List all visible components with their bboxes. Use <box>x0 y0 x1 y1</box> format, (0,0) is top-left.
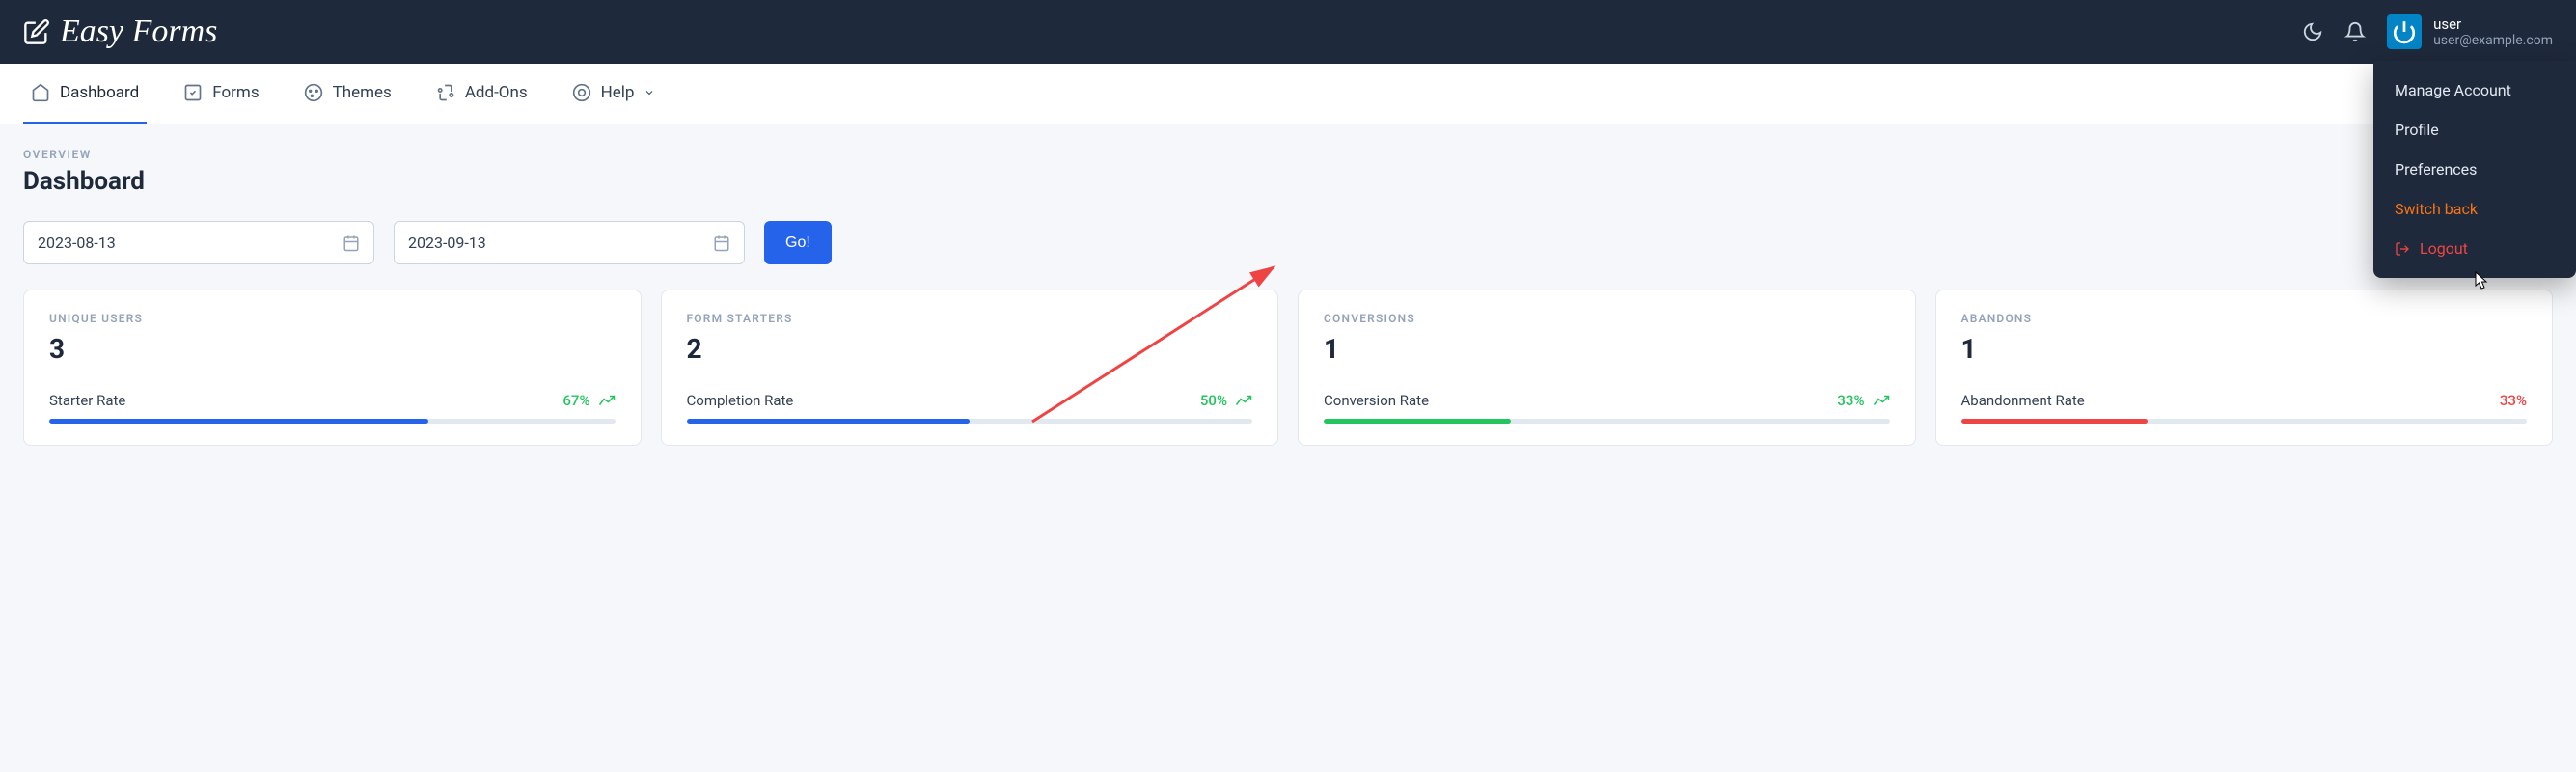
nav-label: Help <box>601 83 635 102</box>
logout-icon <box>2395 241 2410 257</box>
nav-label: Add-Ons <box>465 83 528 102</box>
dd-switch-back[interactable]: Switch back <box>2373 189 2576 229</box>
help-icon <box>572 83 591 102</box>
topbar: Easy Forms user user@example.com <box>0 0 2576 64</box>
nav-help[interactable]: Help <box>564 64 664 124</box>
rate-name: Abandonment Rate <box>1961 392 2085 409</box>
progress-bar <box>1961 419 2528 424</box>
start-date-input[interactable]: 2023-08-13 <box>23 221 374 264</box>
edit-icon <box>23 18 50 45</box>
end-date-value: 2023-09-13 <box>408 234 486 252</box>
nav-forms[interactable]: Forms <box>176 64 266 124</box>
power-icon <box>2392 19 2417 44</box>
stat-value: 1 <box>1324 333 1890 365</box>
trend-up-icon <box>1873 395 1890 406</box>
stat-label: UNIQUE USERS <box>49 312 616 325</box>
home-icon <box>31 83 50 102</box>
stat-value: 1 <box>1961 333 2528 365</box>
user-menu-trigger[interactable]: user user@example.com <box>2387 14 2553 49</box>
stat-label: FORM STARTERS <box>687 312 1253 325</box>
go-button[interactable]: Go! <box>764 221 832 264</box>
dd-preferences[interactable]: Preferences <box>2373 150 2576 189</box>
chevron-down-icon <box>644 87 655 98</box>
nav-label: Themes <box>333 83 392 102</box>
rate-name: Completion Rate <box>687 392 794 409</box>
stat-cards: UNIQUE USERS 3 Starter Rate 67% FORM STARTER… <box>23 290 2553 446</box>
rate-name: Conversion Rate <box>1324 392 1429 409</box>
main-nav: Dashboard Forms Themes Add-Ons Help <box>0 64 2576 124</box>
palette-icon <box>304 83 323 102</box>
bell-icon[interactable] <box>2344 21 2366 42</box>
trend-up-icon <box>1235 395 1252 406</box>
page-title: Dashboard <box>23 167 145 196</box>
end-date-input[interactable]: 2023-09-13 <box>394 221 745 264</box>
nav-themes[interactable]: Themes <box>296 64 399 124</box>
user-dropdown: Manage Account Profile Preferences Switc… <box>2373 61 2576 278</box>
stat-value: 2 <box>687 333 1253 365</box>
nav-label: Dashboard <box>60 83 139 102</box>
rate-pct: 33% <box>1837 392 1864 409</box>
progress-bar <box>49 419 616 424</box>
dd-manage-account[interactable]: Manage Account <box>2373 70 2576 110</box>
stat-value: 3 <box>49 333 616 365</box>
nav-dashboard[interactable]: Dashboard <box>23 64 147 124</box>
puzzle-icon <box>436 83 455 102</box>
trend-up-icon <box>598 395 616 406</box>
stat-label: ABANDONS <box>1961 312 2528 325</box>
avatar <box>2387 14 2422 49</box>
nav-label: Forms <box>212 83 259 102</box>
progress-bar <box>687 419 1253 424</box>
stat-label: CONVERSIONS <box>1324 312 1890 325</box>
stat-card: UNIQUE USERS 3 Starter Rate 67% <box>23 290 642 446</box>
stat-card: FORM STARTERS 2 Completion Rate 50% <box>661 290 1279 446</box>
nav-addons[interactable]: Add-Ons <box>428 64 535 124</box>
dd-logout[interactable]: Logout <box>2373 229 2576 268</box>
dd-logout-label: Logout <box>2420 239 2468 258</box>
calendar-icon <box>343 234 360 252</box>
stat-card: CONVERSIONS 1 Conversion Rate 33% <box>1298 290 1916 446</box>
rate-pct: 33% <box>2500 392 2527 409</box>
app-name: Easy Forms <box>60 14 217 50</box>
rate-name: Starter Rate <box>49 392 125 409</box>
rate-pct: 67% <box>562 392 589 409</box>
check-icon <box>183 83 203 102</box>
start-date-value: 2023-08-13 <box>38 234 116 252</box>
date-range-row: 2023-08-13 2023-09-13 Go! <box>23 221 2553 264</box>
user-email: user@example.com <box>2433 33 2553 49</box>
user-info: user user@example.com <box>2433 15 2553 49</box>
rate-pct: 50% <box>1200 392 1227 409</box>
dd-profile[interactable]: Profile <box>2373 110 2576 150</box>
calendar-icon <box>713 234 730 252</box>
user-name: user <box>2433 15 2553 33</box>
progress-bar <box>1324 419 1890 424</box>
content: OVERVIEW Dashboard New contact form 2023… <box>0 124 2576 469</box>
stat-card: ABANDONS 1 Abandonment Rate 33% <box>1935 290 2554 446</box>
app-logo[interactable]: Easy Forms <box>23 14 217 50</box>
theme-toggle-icon[interactable] <box>2302 21 2323 42</box>
overview-label: OVERVIEW <box>23 148 145 161</box>
topbar-right: user user@example.com <box>2302 14 2553 49</box>
